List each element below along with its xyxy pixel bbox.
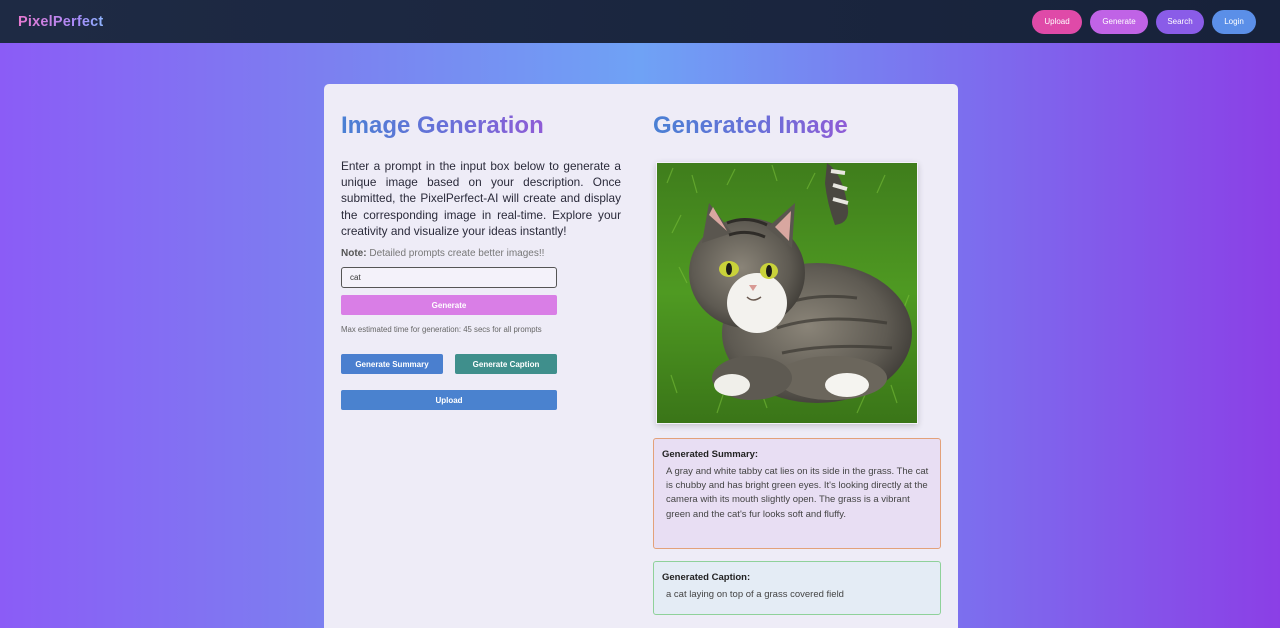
note: Note: Detailed prompts create better ima… (341, 248, 621, 259)
brand-logo[interactable]: PixelPerfect (18, 14, 103, 30)
generate-button[interactable]: Generate (341, 295, 557, 316)
generate-caption-button[interactable]: Generate Caption (455, 354, 557, 375)
summary-title: Generated Summary: (662, 449, 759, 460)
summary-text: A gray and white tabby cat lies on its s… (666, 466, 929, 520)
generate-summary-button[interactable]: Generate Summary (341, 354, 443, 375)
max-time-text: Max estimated time for generation: 45 se… (341, 325, 542, 335)
navbar: PixelPerfect Upload Generate Search Logi… (0, 0, 1280, 43)
prompt-input[interactable] (341, 267, 557, 289)
generation-panel: Image Generation Enter a prompt in the i… (341, 84, 621, 411)
nav-buttons: Upload Generate Search Login (1032, 9, 1262, 34)
action-row: Generate Summary Generate Caption (341, 354, 621, 375)
nav-search-button[interactable]: Search (1156, 9, 1204, 34)
cat-image (657, 163, 917, 423)
nav-login-button[interactable]: Login (1212, 9, 1256, 34)
description-text: Enter a prompt in the input box below to… (341, 159, 621, 238)
generated-image-heading: Generated Image (653, 112, 848, 142)
image-generation-heading: Image Generation (341, 112, 544, 142)
note-label: Note: (341, 248, 367, 260)
upload-button[interactable]: Upload (341, 390, 557, 411)
generated-image (656, 162, 918, 424)
nav-generate-button[interactable]: Generate (1090, 9, 1148, 34)
summary-box: Generated Summary: A gray and white tabb… (653, 438, 941, 549)
note-text: Detailed prompts create better images!! (369, 248, 545, 260)
caption-box: Generated Caption: a cat laying on top o… (653, 561, 941, 615)
caption-title: Generated Caption: (662, 572, 751, 583)
result-panel: Generated Image Generated Summary: A gra… (653, 84, 943, 615)
caption-text: a cat laying on top of a grass covered f… (666, 589, 844, 600)
main-card: Image Generation Enter a prompt in the i… (324, 84, 958, 628)
nav-upload-button[interactable]: Upload (1032, 9, 1082, 34)
